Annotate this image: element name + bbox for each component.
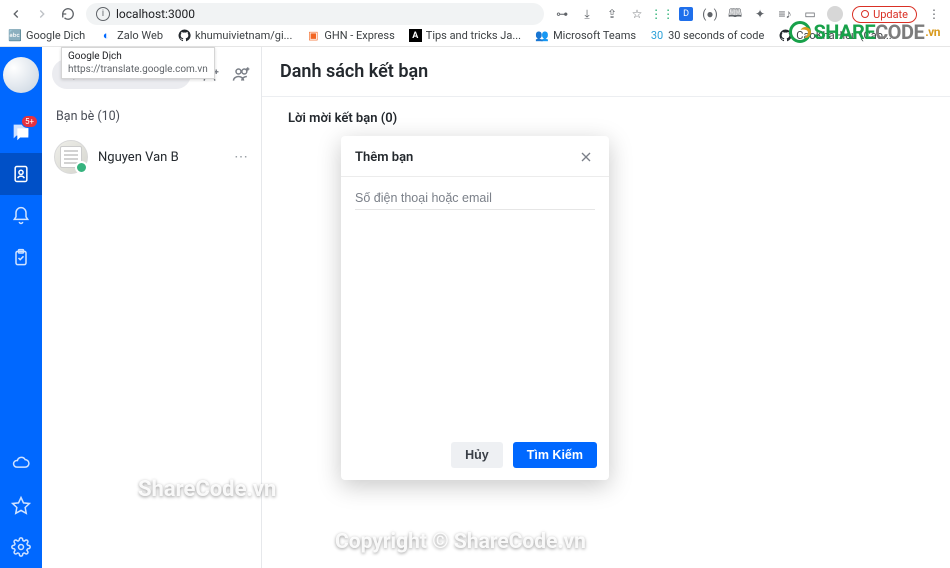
tooltip-url: https://translate.google.com.vn — [68, 63, 208, 76]
watermark-copy: Copyright © ShareCode.vn — [335, 530, 586, 554]
phone-email-input[interactable] — [355, 187, 595, 210]
modal-header: Thêm bạn — [341, 136, 609, 177]
close-icon[interactable] — [577, 148, 595, 166]
modal-title: Thêm bạn — [355, 150, 413, 165]
search-button[interactable]: Tìm Kiếm — [513, 442, 597, 468]
watermark-logo: SHARECODE.vn — [789, 20, 940, 44]
modal-footer: Hủy Tìm Kiếm — [341, 432, 609, 480]
tooltip-title: Google Dịch — [68, 50, 208, 63]
bookmark-tooltip: Google Dịch https://translate.google.com… — [61, 47, 215, 79]
watermark-mid: ShareCode.vn — [138, 477, 276, 502]
cancel-button[interactable]: Hủy — [451, 442, 503, 468]
modal-body — [341, 177, 609, 432]
add-friend-modal: Thêm bạn Hủy Tìm Kiếm — [341, 136, 609, 480]
